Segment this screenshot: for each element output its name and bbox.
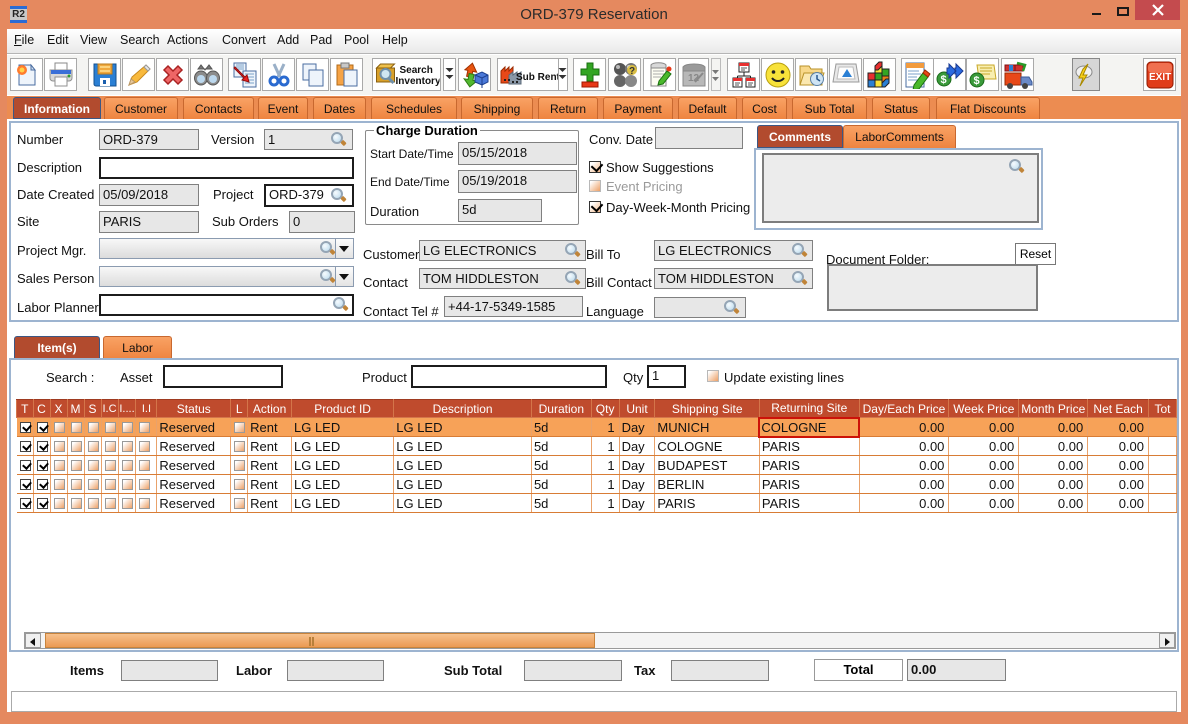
svg-text:Sub Rent: Sub Rent [516,72,561,83]
svg-text:EXIT: EXIT [1149,72,1171,83]
svg-text:Search: Search [399,65,432,76]
svg-text:$: $ [973,75,979,87]
svg-text:Inventory: Inventory [395,76,439,87]
svg-text:?: ? [629,66,635,77]
svg-text:$: $ [940,74,946,86]
